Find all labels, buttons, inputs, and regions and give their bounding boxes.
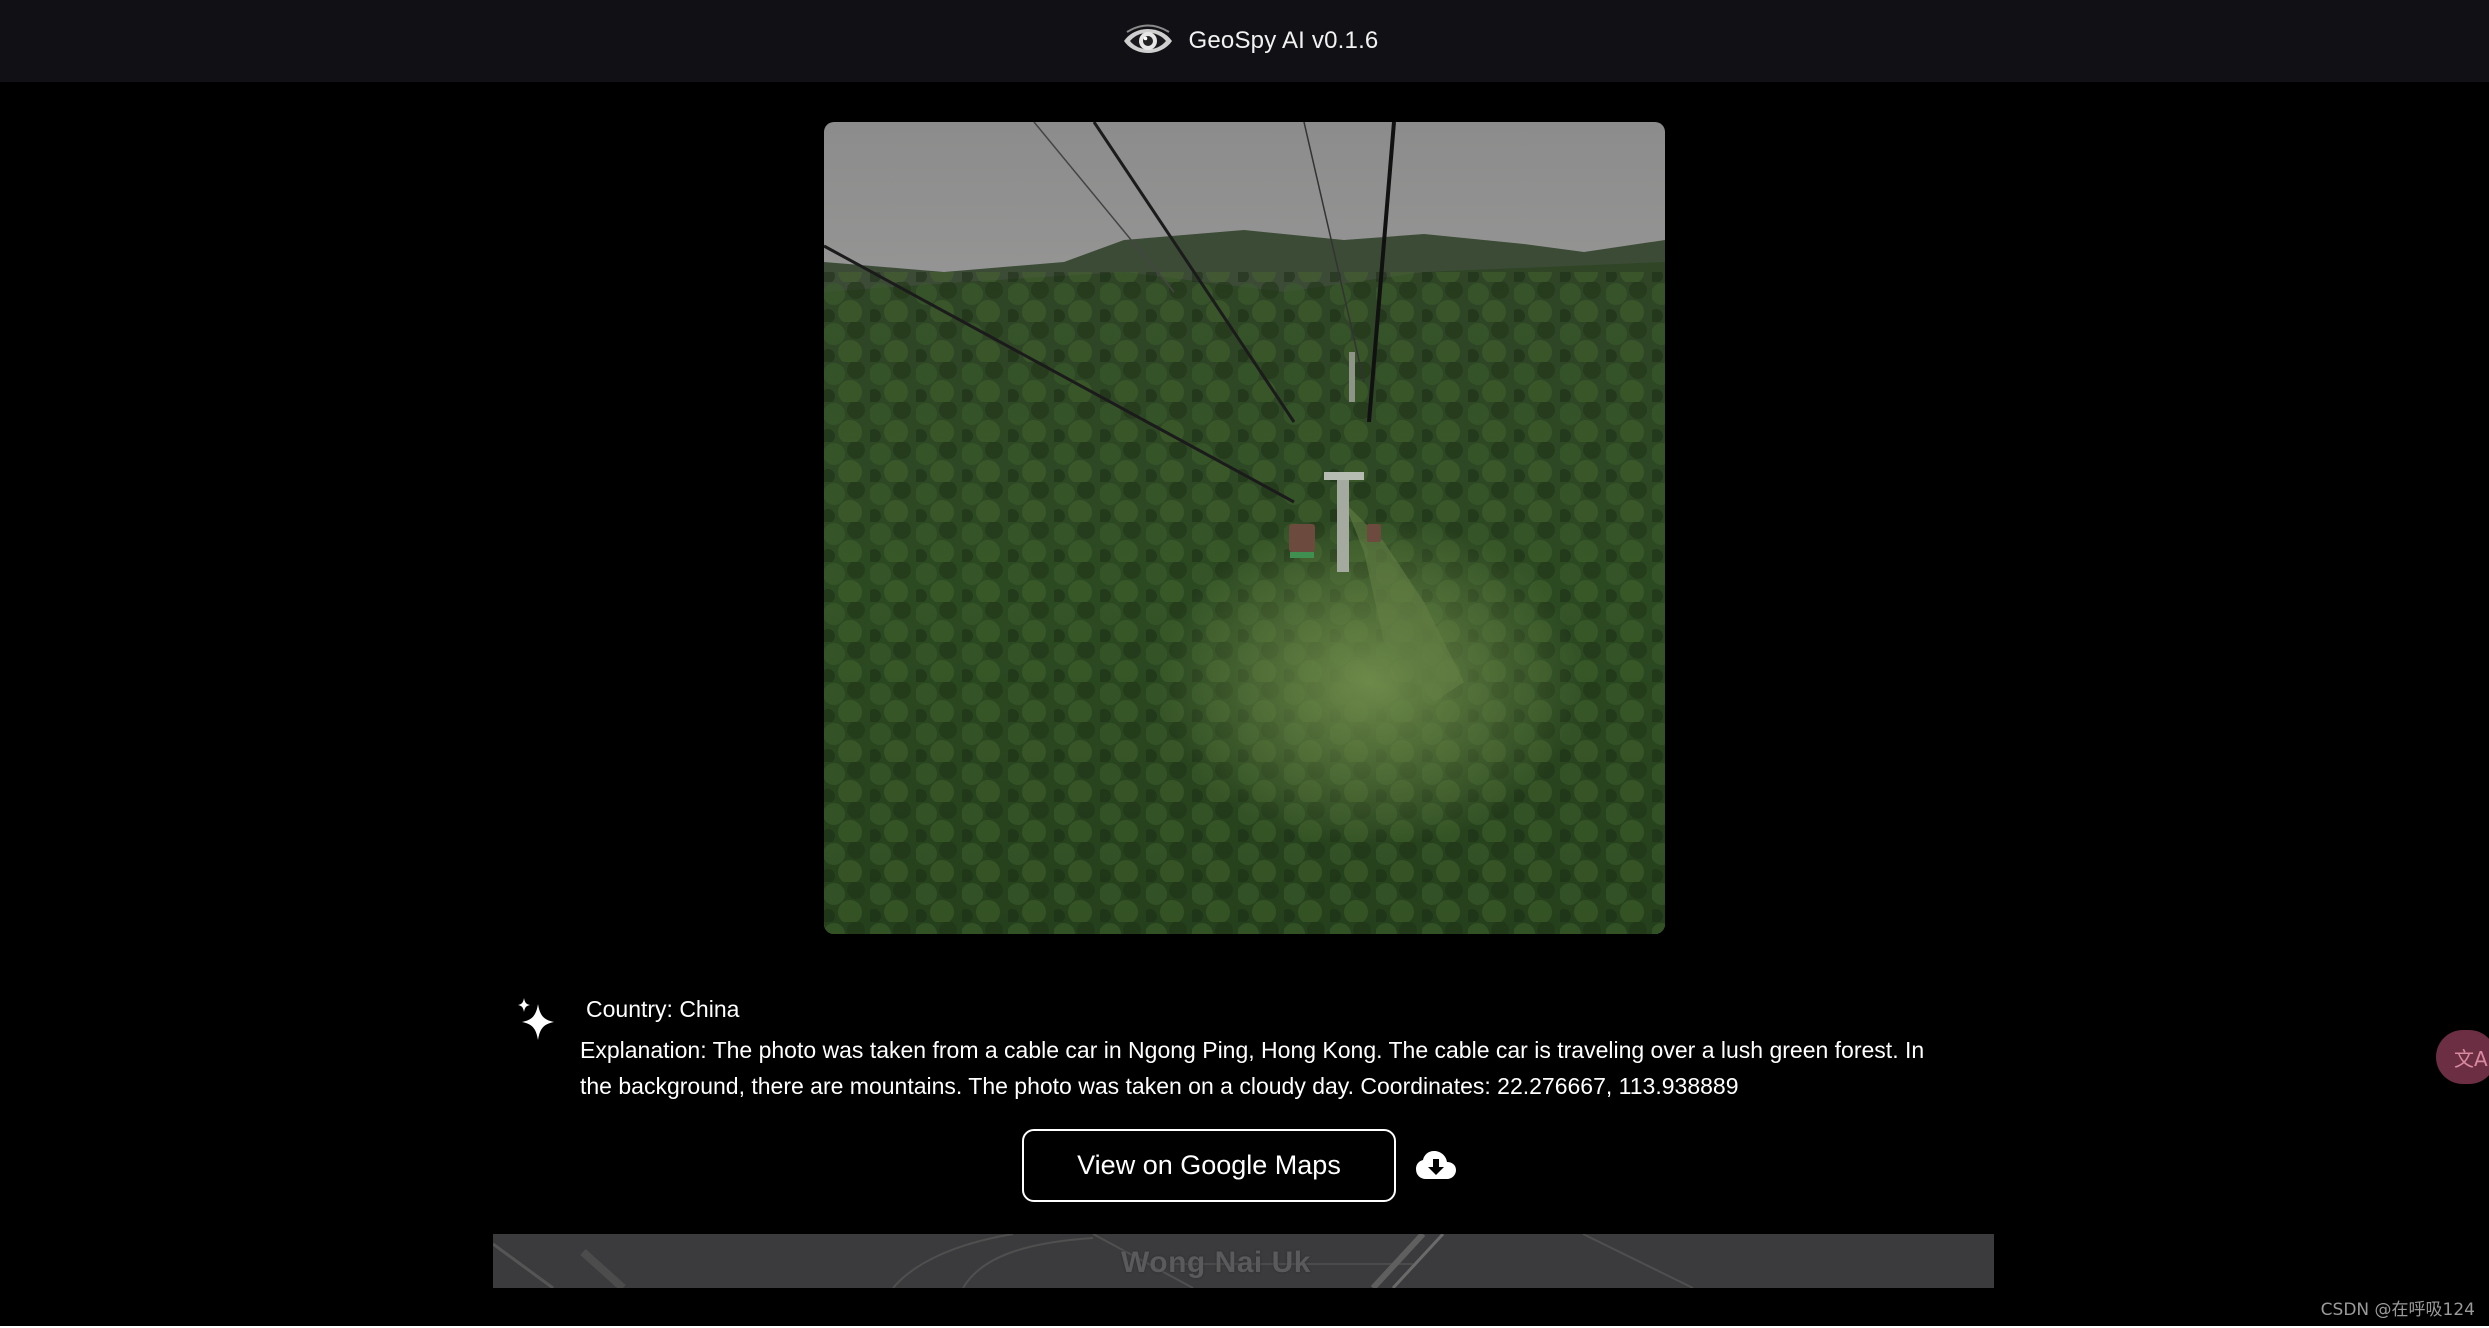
eye-icon (1123, 24, 1172, 53)
translate-button[interactable]: 文A (2436, 1030, 2489, 1084)
explanation-text: Explanation: The photo was taken from a … (580, 1037, 1925, 1099)
cloud-download-icon[interactable] (1416, 1150, 1456, 1182)
view-on-google-maps-button[interactable]: View on Google Maps (1022, 1129, 1396, 1202)
uploaded-photo (824, 122, 1665, 934)
app-title: GeoSpy AI v0.1.6 (1188, 27, 1379, 54)
brand: GeoSpy AI v0.1.6 (1121, 21, 1379, 61)
watermark: CSDN @在呼吸124 (2320, 1300, 2475, 1320)
sparkle-icon (518, 998, 554, 1040)
map-place-label: Wong Nai Uk (1121, 1246, 1311, 1279)
translate-icon: 文A (2454, 1046, 2488, 1071)
map-preview[interactable]: Wong Nai Uk (493, 1234, 1994, 1288)
app-header: GeoSpy AI v0.1.6 (0, 0, 2489, 82)
country-text: Country: China (586, 996, 740, 1022)
